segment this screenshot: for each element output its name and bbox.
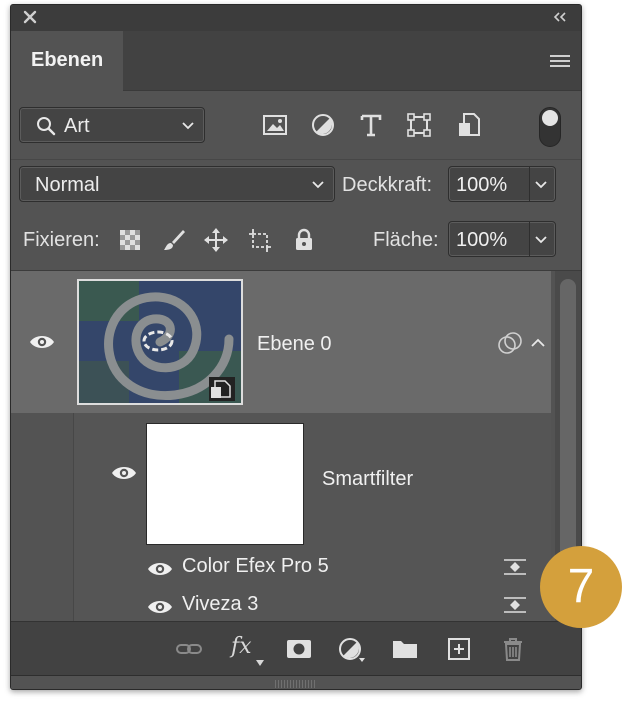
collapse-panel-icon[interactable] — [551, 9, 569, 25]
chevron-down-icon[interactable] — [533, 177, 549, 193]
panel-resize-strip[interactable] — [11, 675, 581, 689]
opacity-value: 100% — [456, 174, 508, 196]
layer-row-ebene-0[interactable]: Ebene 0 — [11, 271, 551, 413]
lock-artboard-icon[interactable] — [247, 227, 273, 253]
resize-grip[interactable] — [275, 680, 315, 688]
filter-type-dropdown[interactable]: Art — [19, 107, 205, 143]
layer-thumbnail[interactable] — [77, 279, 243, 405]
field-divider — [529, 222, 530, 256]
new-layer-icon[interactable] — [445, 636, 473, 662]
lock-all-icon[interactable] — [291, 227, 317, 253]
fill-value: 100% — [456, 229, 508, 251]
smart-filters-group: Smartfilter Color Efex Pro 5 Viveza 3 — [73, 413, 551, 621]
new-group-folder-icon[interactable] — [391, 636, 419, 662]
tab-ebenen[interactable]: Ebenen — [11, 31, 123, 91]
shape-layer-filter-icon[interactable] — [405, 111, 433, 139]
tab-label: Ebenen — [31, 49, 104, 71]
spiral-garden-image — [79, 281, 241, 403]
opacity-label: Deckkraft: — [342, 174, 433, 196]
blend-mode-dropdown[interactable]: Normal — [19, 166, 335, 202]
lock-transparent-pixels-icon[interactable] — [117, 227, 143, 253]
smart-filter-indicator-icon — [498, 332, 522, 354]
layer-name[interactable]: Ebene 0 — [257, 333, 332, 356]
fill-label: Fläche: — [373, 229, 439, 251]
filter-name[interactable]: Color Efex Pro 5 — [182, 555, 329, 578]
layer-style-fx-icon[interactable]: fx — [231, 634, 252, 659]
panel-tab-bar: Ebenen — [11, 31, 581, 91]
fill-field[interactable]: 100% — [448, 221, 556, 257]
close-icon[interactable] — [21, 8, 39, 26]
search-icon — [37, 117, 56, 136]
chevron-up-icon[interactable] — [529, 335, 547, 351]
smart-filter-label[interactable]: Smartfilter — [322, 468, 413, 491]
smart-object-filter-icon[interactable] — [455, 111, 483, 139]
filter-toggle-switch[interactable] — [539, 107, 561, 147]
adjustment-layer-filter-icon[interactable] — [309, 111, 337, 139]
filter-name[interactable]: Viveza 3 — [182, 593, 258, 616]
lock-position-move-icon[interactable] — [203, 227, 229, 253]
eye-visibility-icon[interactable] — [146, 597, 174, 617]
panel-menu-icon[interactable] — [549, 51, 571, 71]
toggle-knob — [542, 110, 558, 126]
step-number-badge: 7 — [540, 546, 622, 628]
filter-type-label: Art — [64, 115, 90, 137]
link-layers-icon[interactable] — [175, 636, 203, 662]
type-layer-filter-icon[interactable] — [357, 111, 385, 139]
lock-image-pixels-brush-icon[interactable] — [161, 227, 187, 253]
smart-filter-mask-thumbnail[interactable] — [146, 423, 304, 545]
new-adjustment-layer-icon[interactable] — [337, 636, 365, 662]
field-divider — [529, 167, 530, 201]
layers-panel: Ebenen Art Normal Deckkraft: 100% Fixier… — [10, 4, 582, 690]
lock-label: Fixieren: — [23, 229, 100, 251]
eye-visibility-icon[interactable] — [28, 332, 56, 352]
eye-visibility-icon[interactable] — [110, 463, 138, 483]
chevron-down-icon — [312, 181, 324, 189]
eye-visibility-icon[interactable] — [146, 559, 174, 579]
dropdown-triangle-icon — [256, 660, 264, 666]
blend-opacity-row: Normal Deckkraft: 100% — [11, 159, 581, 215]
chevron-down-icon[interactable] — [533, 232, 549, 248]
filter-row: Art — [11, 91, 581, 159]
lock-fill-row: Fixieren: Fläche: 100% — [11, 215, 581, 271]
layer-list: Ebene 0 Smartfilter Color Efex Pro 5 Viv… — [11, 271, 555, 621]
trash-delete-icon[interactable] — [499, 636, 527, 662]
panel-footer-toolbar: fx — [11, 621, 581, 675]
opacity-field[interactable]: 100% — [448, 166, 556, 202]
panel-titlebar — [11, 5, 581, 31]
chevron-down-icon — [182, 122, 194, 130]
blend-mode-value: Normal — [35, 174, 100, 196]
add-layer-mask-icon[interactable] — [285, 636, 313, 662]
blending-options-icon[interactable] — [502, 594, 528, 616]
blending-options-icon[interactable] — [502, 556, 528, 578]
pixel-layer-filter-icon[interactable] — [261, 111, 289, 139]
